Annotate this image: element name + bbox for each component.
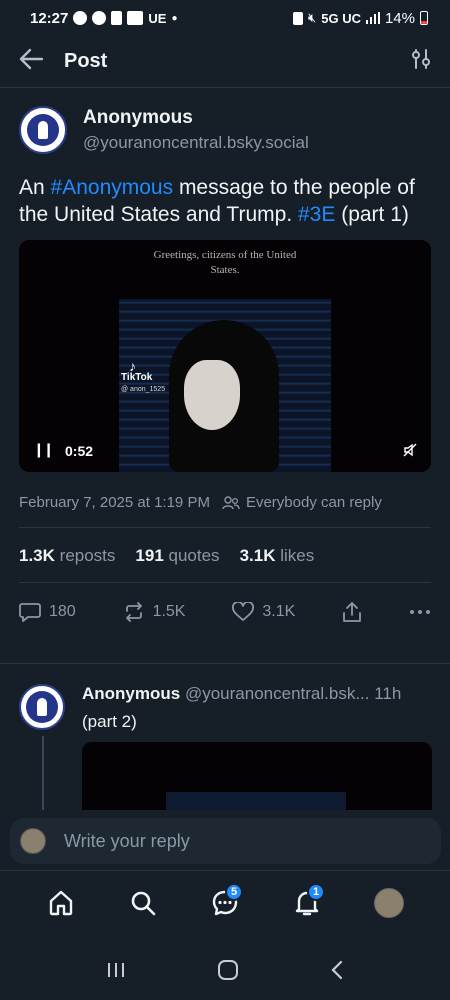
post-text-part: (part 1) [335, 203, 409, 226]
reposts-count: 1.3K [19, 546, 55, 565]
people-icon [222, 495, 240, 509]
like-count: 3.1K [262, 603, 296, 620]
video-player[interactable]: Greetings, citizens of the United States… [19, 240, 431, 472]
reply-permission-label: Everybody can reply [245, 494, 382, 511]
mute-icon: 🔇︎ [308, 10, 317, 25]
post-text: An #Anonymous message to the people of t… [19, 174, 431, 228]
filter-button[interactable] [410, 48, 432, 75]
recents-button[interactable] [106, 961, 126, 984]
author-row[interactable]: Anonymous @youranoncentral.bsky.social [19, 106, 431, 154]
tiktok-watermark: TikTok [121, 372, 153, 383]
pause-button[interactable]: ❙❙ [33, 441, 55, 458]
post-actions: 180 1.5K 3.1K [19, 583, 431, 645]
post-divider [0, 663, 450, 664]
reply-video-thumbnail[interactable] [82, 742, 432, 810]
back-arrow-icon [19, 48, 44, 70]
tiktok-user: @ anon_1525 [121, 386, 166, 393]
author-handle[interactable]: @youranoncentral.bsky.social [83, 133, 309, 153]
ellipsis-icon [409, 610, 430, 614]
user-avatar [20, 828, 46, 854]
status-bar: 12:27 UE ● 🔇︎ 5G UC 14% [0, 0, 450, 36]
chevron-left-icon [331, 960, 343, 980]
avatar[interactable] [19, 106, 67, 154]
battery-icon [420, 11, 428, 25]
likes-stat[interactable]: 3.1K likes [240, 546, 315, 566]
guy-fawkes-mask [184, 360, 240, 430]
sync-icon [293, 11, 304, 25]
home-nav-button[interactable] [217, 959, 239, 986]
hashtag-anonymous-link[interactable]: #Anonymous [51, 176, 174, 199]
author-display-name[interactable]: Anonymous [83, 107, 309, 129]
notifications-badge: 1 [307, 883, 325, 901]
repost-count: 1.5K [152, 603, 186, 620]
reply-input-placeholder[interactable]: Write your reply [64, 831, 190, 852]
share-button[interactable] [342, 601, 362, 623]
alert-icon [111, 11, 123, 25]
comment-icon [19, 603, 41, 622]
tab-home[interactable] [41, 883, 81, 923]
top-header: Post [0, 36, 450, 88]
back-button[interactable] [18, 48, 44, 75]
battery-percent: 14% [384, 9, 415, 27]
status-time: 12:27 [30, 9, 69, 27]
likes-label: likes [280, 546, 315, 565]
reply-count: 180 [49, 603, 76, 620]
video-duration: 0:52 [65, 443, 94, 459]
messenger-icon [73, 11, 88, 25]
reply-text: (part 2) [82, 712, 137, 731]
thread-line [42, 736, 44, 810]
home-icon [49, 890, 73, 916]
tab-profile[interactable] [369, 883, 409, 923]
heart-icon [232, 602, 255, 621]
recents-icon [107, 963, 124, 977]
profile-avatar [374, 888, 404, 918]
reply-display-name[interactable]: Anonymous [82, 684, 180, 703]
quotes-count: 191 [135, 546, 164, 565]
quotes-stat[interactable]: 191 quotes [135, 546, 219, 566]
search-icon [131, 891, 156, 916]
post-timestamp: February 7, 2025 at 1:19 PM [19, 494, 210, 511]
quotes-label: quotes [168, 546, 220, 565]
signal-icon [365, 12, 380, 24]
post-stats: 1.3K reposts 191 quotes 3.1K likes [19, 528, 431, 583]
network-label: 5G UC [321, 10, 361, 26]
more-options-button[interactable] [409, 609, 431, 615]
tab-notifications[interactable]: 1 [287, 883, 327, 923]
repost-icon [125, 602, 142, 622]
dot-icon: ● [171, 12, 178, 24]
sliders-icon [412, 49, 430, 69]
post-meta: February 7, 2025 at 1:19 PM Everybody ca… [19, 494, 431, 528]
reposts-stat[interactable]: 1.3K reposts [19, 546, 115, 566]
reply-handle-time: @youranoncentral.bsk... 11h [184, 684, 402, 703]
home-circle-icon [217, 960, 238, 980]
reply-video-scene [166, 792, 346, 810]
like-button[interactable]: 3.1K [232, 602, 295, 622]
page-title: Post [64, 50, 108, 72]
share-icon [343, 602, 362, 622]
hashtag-3e-link[interactable]: #3E [298, 203, 335, 226]
back-nav-button[interactable] [330, 959, 344, 986]
reply-button[interactable]: 180 [19, 602, 76, 622]
chat-badge: 5 [225, 883, 243, 901]
likes-count: 3.1K [239, 546, 276, 565]
repost-button[interactable]: 1.5K [123, 602, 186, 622]
reply-compose-bar[interactable]: Write your reply [10, 818, 441, 864]
tab-chat[interactable]: 5 [205, 883, 245, 923]
reply-header: Anonymous @youranoncentral.bsk... 11h [82, 684, 432, 704]
tab-search[interactable] [123, 883, 163, 923]
post-text-part: An [19, 176, 51, 199]
mute-button[interactable] [403, 443, 417, 462]
carrier-badge: UE [148, 10, 167, 26]
reposts-label: reposts [59, 546, 116, 565]
youtube-icon [127, 11, 144, 25]
chat-icon [92, 11, 107, 25]
speaker-muted-icon [403, 443, 417, 457]
video-caption: Greetings, citizens of the United States… [153, 249, 297, 276]
reply-avatar[interactable] [19, 684, 65, 730]
bottom-tab-bar: 5 1 [0, 871, 450, 935]
system-nav-bar [0, 945, 450, 1000]
reply-post[interactable]: Anonymous @youranoncentral.bsk... 11h (p… [0, 684, 450, 810]
reply-permission[interactable]: Everybody can reply [222, 494, 382, 511]
main-post: Anonymous @youranoncentral.bsky.social A… [0, 88, 450, 645]
